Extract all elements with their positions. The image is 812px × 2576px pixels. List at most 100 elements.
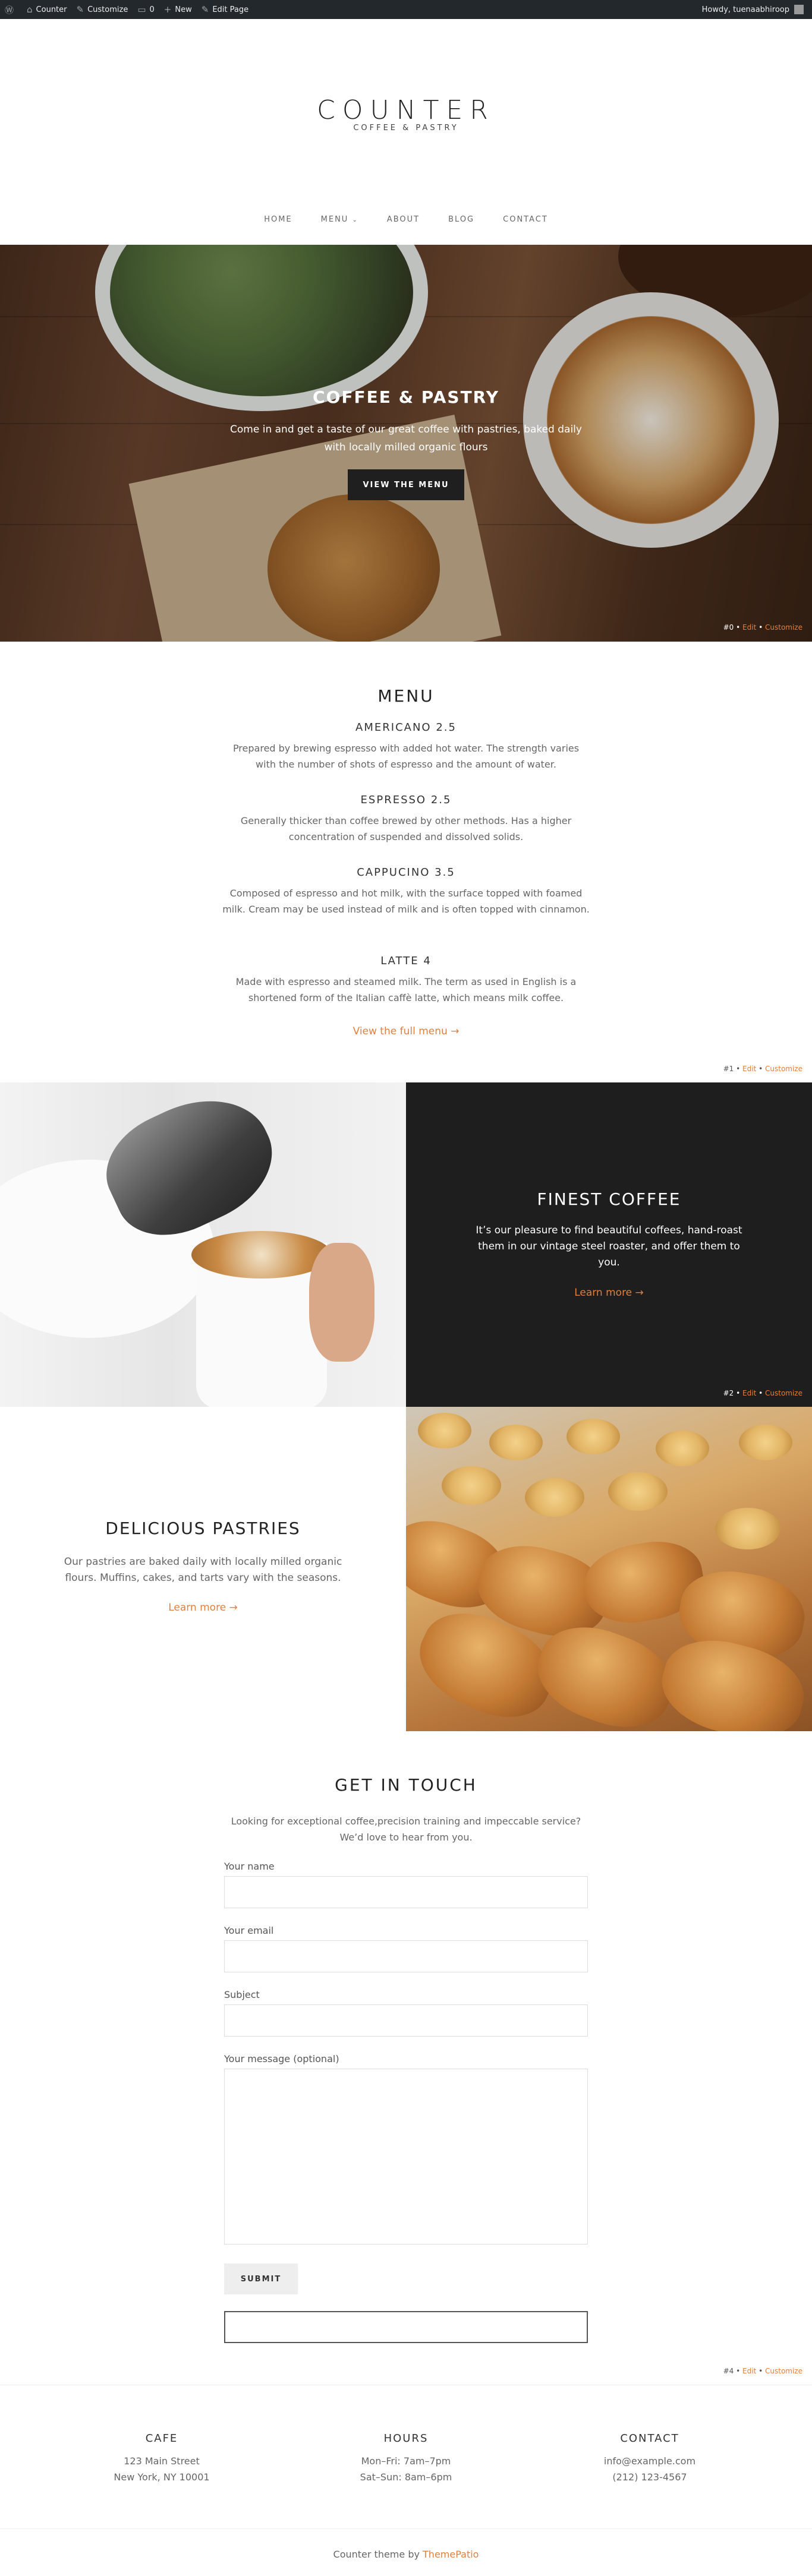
- edit-link[interactable]: Edit: [742, 1389, 756, 1397]
- customize-link[interactable]: Customize: [765, 2367, 802, 2375]
- site-tagline: COFFEE & PASTRY: [353, 124, 459, 132]
- edit-page-label: Edit Page: [212, 5, 249, 14]
- customize-link[interactable]: Customize: [765, 623, 802, 632]
- menu-item-desc: Generally thicker than coffee brewed by …: [240, 815, 572, 842]
- tart-shape: [608, 1472, 668, 1511]
- menu-item-desc: Made with espresso and steamed milk. The…: [235, 976, 577, 1003]
- barista-pouring-image: [0, 1082, 406, 1407]
- section-number: #1: [723, 1065, 734, 1073]
- site-title[interactable]: COUNTER: [0, 95, 812, 125]
- avatar: [794, 5, 804, 14]
- theme-credit: Counter theme by ThemePatio: [0, 2549, 812, 2560]
- tart-shape: [442, 1466, 501, 1505]
- tart-shape: [525, 1478, 584, 1517]
- pastries-text: Our pastries are baked daily with locall…: [64, 1556, 342, 1584]
- name-label: Your name: [224, 1861, 275, 1872]
- contact-section-title: GET IN TOUCH: [335, 1775, 477, 1795]
- site-name-item[interactable]: ⌂ Counter: [22, 0, 71, 19]
- howdy-label: Howdy, tuenaabhiroop: [701, 5, 789, 14]
- footer-hours: HOURS Mon–Fri: 7am–7pm Sat–Sun: 8am–6pm: [317, 2432, 495, 2485]
- comments-count: 0: [149, 5, 155, 14]
- menu-item-name: ESPRESSO 2.5: [360, 794, 452, 806]
- footer-contact-heading: CONTACT: [620, 2432, 679, 2445]
- wordpress-logo-item[interactable]: Ⓦ: [0, 0, 22, 19]
- themepatio-link[interactable]: ThemePatio: [423, 2549, 479, 2560]
- account-menu[interactable]: Howdy, tuenaabhiroop: [702, 5, 812, 14]
- menu-item-desc: Prepared by brewing espresso with added …: [232, 743, 580, 770]
- brush-icon: ✎: [76, 4, 84, 15]
- contact-edit-links: #4 • Edit • Customize: [723, 2367, 802, 2375]
- edit-page-item[interactable]: ✎ Edit Page: [197, 0, 253, 19]
- hero-text: Come in and get a taste of our great cof…: [230, 424, 582, 453]
- tart-shape: [715, 1508, 780, 1549]
- finest-coffee-text: It’s our pleasure to find beautiful coff…: [476, 1224, 742, 1268]
- wordpress-icon: Ⓦ: [5, 4, 14, 15]
- footer-hours-line: Mon–Fri: 7am–7pm: [361, 2455, 451, 2467]
- section-number: #2: [723, 1389, 734, 1397]
- section-number: #0: [723, 623, 734, 632]
- nav-menu-label: MENU: [320, 215, 349, 224]
- pastries-panel: DELICIOUS PASTRIES Our pastries are bake…: [0, 1407, 406, 1731]
- edit-link[interactable]: Edit: [742, 1065, 756, 1073]
- finest-learn-more-link[interactable]: Learn more →: [406, 1287, 812, 1299]
- nav-item-contact[interactable]: CONTACT: [503, 215, 548, 224]
- finest-coffee-panel: FINEST COFFEE It’s our pleasure to find …: [406, 1082, 812, 1407]
- menu-section-title: MENU: [377, 686, 435, 706]
- edit-link[interactable]: Edit: [742, 623, 756, 632]
- view-full-menu-link[interactable]: View the full menu →: [0, 1025, 812, 1037]
- footer-contact: CONTACT info@example.com (212) 123-4567: [561, 2432, 739, 2485]
- customize-link[interactable]: Customize: [765, 1389, 802, 1397]
- tart-shape: [739, 1425, 792, 1460]
- footer-hours-line: Sat–Sun: 8am–6pm: [360, 2471, 452, 2483]
- finest-coffee-title: FINEST COFFEE: [537, 1189, 681, 1209]
- footer-cafe-line: 123 Main Street: [124, 2455, 200, 2467]
- nav-item-menu[interactable]: MENU ⌄: [321, 215, 358, 224]
- email-field[interactable]: [224, 1940, 588, 1972]
- menu-item-name: LATTE 4: [380, 955, 432, 967]
- tart-shape: [489, 1425, 543, 1460]
- menu-edit-links: #1 • Edit • Customize: [723, 1065, 802, 1073]
- footer-divider: [0, 2528, 812, 2529]
- hero-edit-links: #0 • Edit • Customize: [723, 623, 802, 632]
- footer-hours-heading: HOURS: [383, 2432, 429, 2445]
- edit-link[interactable]: Edit: [742, 2367, 756, 2375]
- pencil-icon: ✎: [201, 4, 209, 15]
- nav-item-about[interactable]: ABOUT: [387, 215, 420, 224]
- contact-intro: Looking for exceptional coffee,precision…: [231, 1816, 581, 1843]
- footer-cafe: CAFE 123 Main Street New York, NY 10001: [73, 2432, 251, 2485]
- menu-item-name: AMERICANO 2.5: [355, 721, 457, 734]
- subject-label: Subject: [224, 1989, 260, 2000]
- comments-item[interactable]: ▭ 0: [133, 0, 159, 19]
- view-menu-button[interactable]: VIEW THE MENU: [348, 469, 464, 500]
- comment-icon: ▭: [137, 4, 146, 15]
- main-nav: HOME MENU ⌄ ABOUT BLOG CONTACT: [0, 215, 812, 224]
- chevron-down-icon: ⌄: [352, 217, 358, 223]
- hero-section: COFFEE & PASTRY Come in and get a taste …: [0, 245, 812, 642]
- submit-button[interactable]: SUBMIT: [224, 2264, 298, 2294]
- menu-item-desc: Composed of espresso and hot milk, with …: [222, 888, 590, 915]
- footer-cafe-line: New York, NY 10001: [114, 2471, 210, 2483]
- admin-bar: Ⓦ ⌂ Counter ✎ Customize ▭ 0 + New ✎ Edit Page…: [0, 0, 812, 19]
- form-response-box: [224, 2311, 588, 2343]
- customize-item[interactable]: ✎ Customize: [72, 0, 133, 19]
- site-name-label: Counter: [36, 5, 67, 14]
- tart-shape: [566, 1419, 620, 1454]
- nav-item-home[interactable]: HOME: [264, 215, 292, 224]
- credit-prefix: Counter theme by: [333, 2549, 420, 2560]
- footer-email[interactable]: info@example.com: [561, 2453, 739, 2469]
- menu-item-name: CAPPUCINO 3.5: [357, 866, 455, 879]
- customize-link[interactable]: Customize: [765, 1065, 802, 1073]
- tart-shape: [418, 1413, 471, 1448]
- message-label: Your message (optional): [224, 2053, 339, 2064]
- name-field[interactable]: [224, 1876, 588, 1908]
- footer-phone: (212) 123-4567: [612, 2471, 687, 2483]
- new-label: New: [175, 5, 192, 14]
- pastries-learn-more-link[interactable]: Learn more →: [0, 1602, 406, 1614]
- message-field[interactable]: [224, 2069, 588, 2244]
- email-label: Your email: [224, 1925, 274, 1936]
- nav-item-blog[interactable]: BLOG: [448, 215, 474, 224]
- footer-cafe-heading: CAFE: [145, 2432, 178, 2445]
- home-icon: ⌂: [27, 4, 33, 15]
- subject-field[interactable]: [224, 2004, 588, 2037]
- new-item[interactable]: + New: [159, 0, 197, 19]
